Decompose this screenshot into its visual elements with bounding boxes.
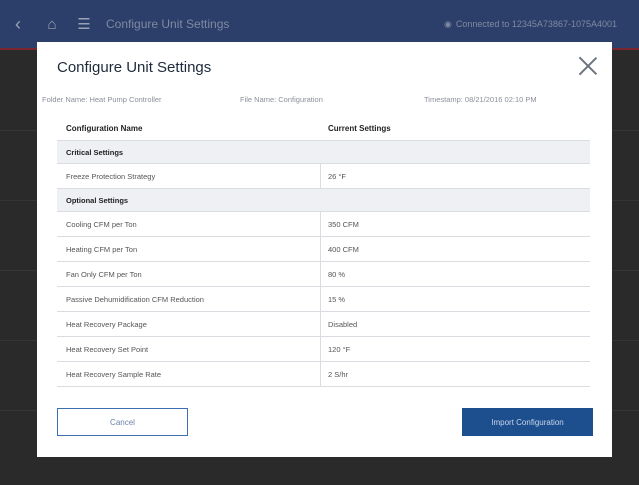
section-header-critical: Critical Settings — [57, 141, 590, 164]
setting-value: 15 % — [328, 294, 346, 304]
setting-value: 400 CFM — [328, 244, 359, 254]
table-row: Heat Recovery Package Disabled — [57, 312, 590, 337]
home-icon[interactable]: ⌂ — [36, 16, 68, 33]
hamburger-menu-icon[interactable]: ☰ — [68, 15, 100, 33]
setting-name: Heat Recovery Sample Rate — [57, 362, 321, 386]
setting-value: 80 % — [328, 269, 346, 279]
cancel-button[interactable]: Cancel — [57, 408, 188, 436]
settings-table: Configuration Name Current Settings Crit… — [57, 116, 590, 387]
file-name-label: File Name: — [240, 95, 277, 104]
timestamp-meta: Timestamp: 08/21/2016 02:10 PM — [424, 95, 537, 104]
app-header-title: Configure Unit Settings — [106, 17, 230, 31]
column-header-configuration-name: Configuration Name — [66, 123, 143, 133]
setting-name: Freeze Protection Strategy — [57, 164, 321, 188]
configure-unit-settings-dialog: Configure Unit Settings Folder Name: Heat… — [37, 42, 612, 457]
import-configuration-button[interactable]: Import Configuration — [462, 408, 593, 436]
connection-status: ◉ Connected to 12345A73867-1075A4001 — [444, 19, 617, 30]
folder-name-label: Folder Name: — [42, 95, 88, 104]
table-row: Passive Dehumidification CFM Reduction 1… — [57, 287, 590, 312]
file-name-value: Configuration — [278, 95, 323, 104]
column-header-current-settings: Current Settings — [328, 123, 391, 133]
table-row: Heat Recovery Set Point 120 °F — [57, 337, 590, 362]
wifi-icon: ◉ — [444, 18, 452, 29]
table-header: Configuration Name Current Settings — [57, 116, 590, 141]
section-header-optional: Optional Settings — [57, 189, 590, 212]
setting-name: Heat Recovery Set Point — [57, 337, 321, 361]
setting-name: Passive Dehumidification CFM Reduction — [57, 287, 321, 311]
setting-value: 2 S/hr — [328, 369, 349, 379]
timestamp-label: Timestamp: — [424, 95, 463, 104]
timestamp-value: 08/21/2016 02:10 PM — [464, 95, 537, 104]
setting-value: 350 CFM — [328, 219, 359, 229]
file-name-meta: File Name: Configuration — [240, 95, 323, 104]
setting-value: 120 °F — [328, 344, 351, 354]
app-header: ‹ ⌂ ☰ Configure Unit Settings ◉ Connecte… — [0, 0, 639, 48]
setting-value: Disabled — [328, 319, 358, 329]
setting-name: Cooling CFM per Ton — [57, 212, 321, 236]
table-row: Cooling CFM per Ton 350 CFM — [57, 212, 590, 237]
folder-name-value: Heat Pump Controller — [89, 95, 162, 104]
setting-value: 26 °F — [328, 171, 347, 181]
back-arrow-icon[interactable]: ‹ — [0, 14, 36, 35]
setting-name: Fan Only CFM per Ton — [57, 262, 321, 286]
table-row: Heat Recovery Sample Rate 2 S/hr — [57, 362, 590, 387]
table-row: Heating CFM per Ton 400 CFM — [57, 237, 590, 262]
table-row: Freeze Protection Strategy 26 °F — [57, 164, 590, 189]
table-row: Fan Only CFM per Ton 80 % — [57, 262, 590, 287]
connection-status-text: Connected to 12345A73867-1075A4001 — [455, 19, 617, 29]
setting-name: Heat Recovery Package — [57, 312, 321, 336]
dialog-title: Configure Unit Settings — [57, 59, 212, 76]
folder-name-meta: Folder Name: Heat Pump Controller — [42, 95, 162, 104]
close-icon[interactable] — [578, 56, 598, 76]
setting-name: Heating CFM per Ton — [57, 237, 321, 261]
